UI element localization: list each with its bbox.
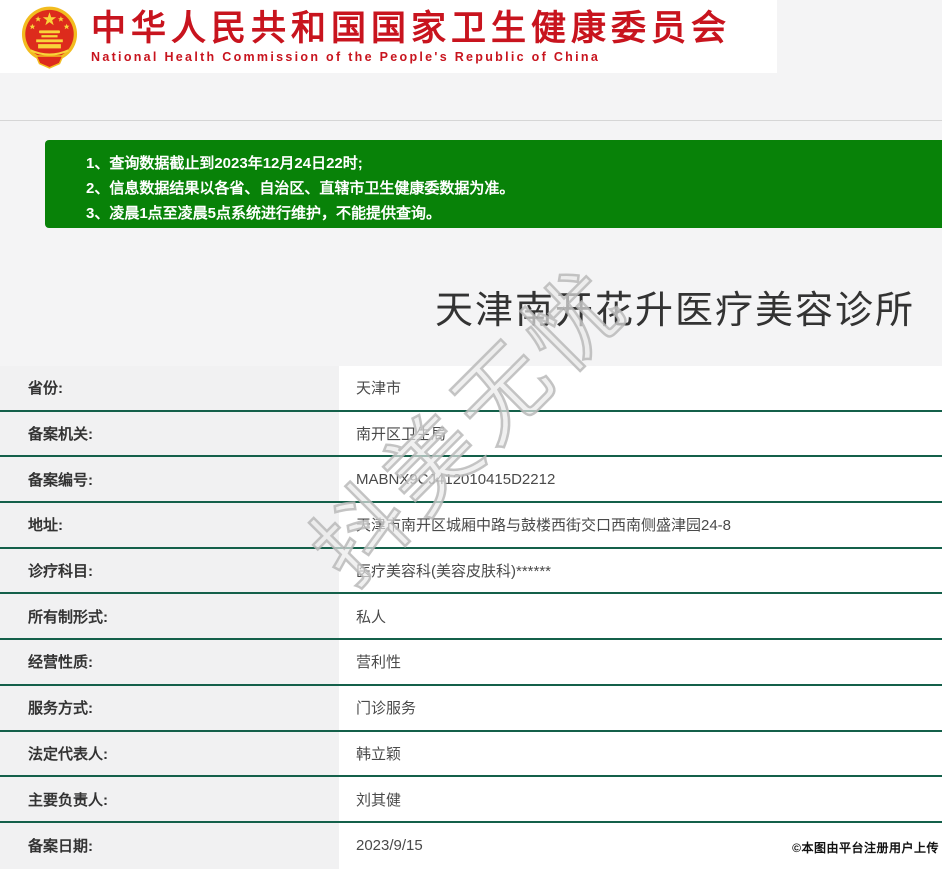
record-table: 省份: 天津市 备案机关: 南开区卫生局 备案编号: MABNX9CJ412010415D… (0, 366, 942, 869)
table-row: 备案机关: 南开区卫生局 (0, 411, 942, 458)
national-emblem-icon (21, 6, 78, 69)
field-value: 南开区卫生局 (339, 411, 942, 456)
table-row: 所有制形式: 私人 (0, 594, 942, 641)
field-label: 经营性质: (0, 640, 339, 684)
table-row: 主要负责人: 刘其健 (0, 777, 942, 823)
org-name-en: National Health Commission of the People… (91, 50, 601, 65)
header-text-block: 中华人民共和国国家卫生健康委员会 National Health Commiss… (91, 9, 731, 64)
horizontal-divider (0, 120, 942, 121)
field-label: 备案编号: (0, 457, 339, 502)
field-label: 法定代表人: (0, 731, 339, 776)
field-value: 医疗美容科(美容皮肤科)****** (339, 548, 942, 593)
field-value: 营利性 (339, 640, 942, 684)
field-label: 所有制形式: (0, 594, 339, 639)
field-label: 地址: (0, 503, 339, 547)
table-row: 诊疗科目: 医疗美容科(美容皮肤科)****** (0, 548, 942, 595)
field-value: 天津市 (339, 366, 942, 410)
copyright-note: ©本图由平台注册用户上传 (792, 841, 939, 855)
table-row: 省份: 天津市 (0, 366, 942, 412)
field-value: 韩立颖 (339, 731, 942, 776)
field-value: MABNX9CJ412010415D2212 (339, 457, 942, 502)
org-name-zh: 中华人民共和国国家卫生健康委员会 (91, 8, 732, 48)
table-row: 服务方式: 门诊服务 (0, 685, 942, 732)
table-row: 经营性质: 营利性 (0, 640, 942, 686)
field-value: 刘其健 (339, 777, 942, 821)
field-value: 门诊服务 (339, 685, 942, 730)
record-title: 天津南开花升医疗美容诊所 (434, 290, 915, 332)
field-label: 主要负责人: (0, 777, 339, 821)
site-header: 中华人民共和国国家卫生健康委员会 National Health Commiss… (0, 0, 777, 73)
notice-line-2: 2、信息数据结果以各省、自治区、直辖市卫生健康委数据为准。 (86, 180, 515, 197)
field-label: 诊疗科目: (0, 548, 339, 593)
field-label: 备案日期: (0, 822, 339, 869)
notice-line-3: 3、凌晨1点至凌晨5点系统进行维护，不能提供查询。 (86, 205, 442, 222)
table-row: 备案编号: MABNX9CJ412010415D2212 (0, 457, 942, 504)
table-row: 地址: 天津市南开区城厢中路与鼓楼西街交口西南侧盛津园24-8 (0, 503, 942, 549)
field-label: 服务方式: (0, 685, 339, 730)
notice-line-1: 1、查询数据截止到2023年12月24日22时; (86, 155, 363, 172)
notice-box: 1、查询数据截止到2023年12月24日22时; 2、信息数据结果以各省、自治区… (45, 140, 942, 228)
field-value: 天津市南开区城厢中路与鼓楼西街交口西南侧盛津园24-8 (339, 503, 942, 547)
field-value: 私人 (339, 594, 942, 639)
field-label: 备案机关: (0, 411, 339, 456)
table-row: 法定代表人: 韩立颖 (0, 731, 942, 778)
field-label: 省份: (0, 366, 339, 410)
